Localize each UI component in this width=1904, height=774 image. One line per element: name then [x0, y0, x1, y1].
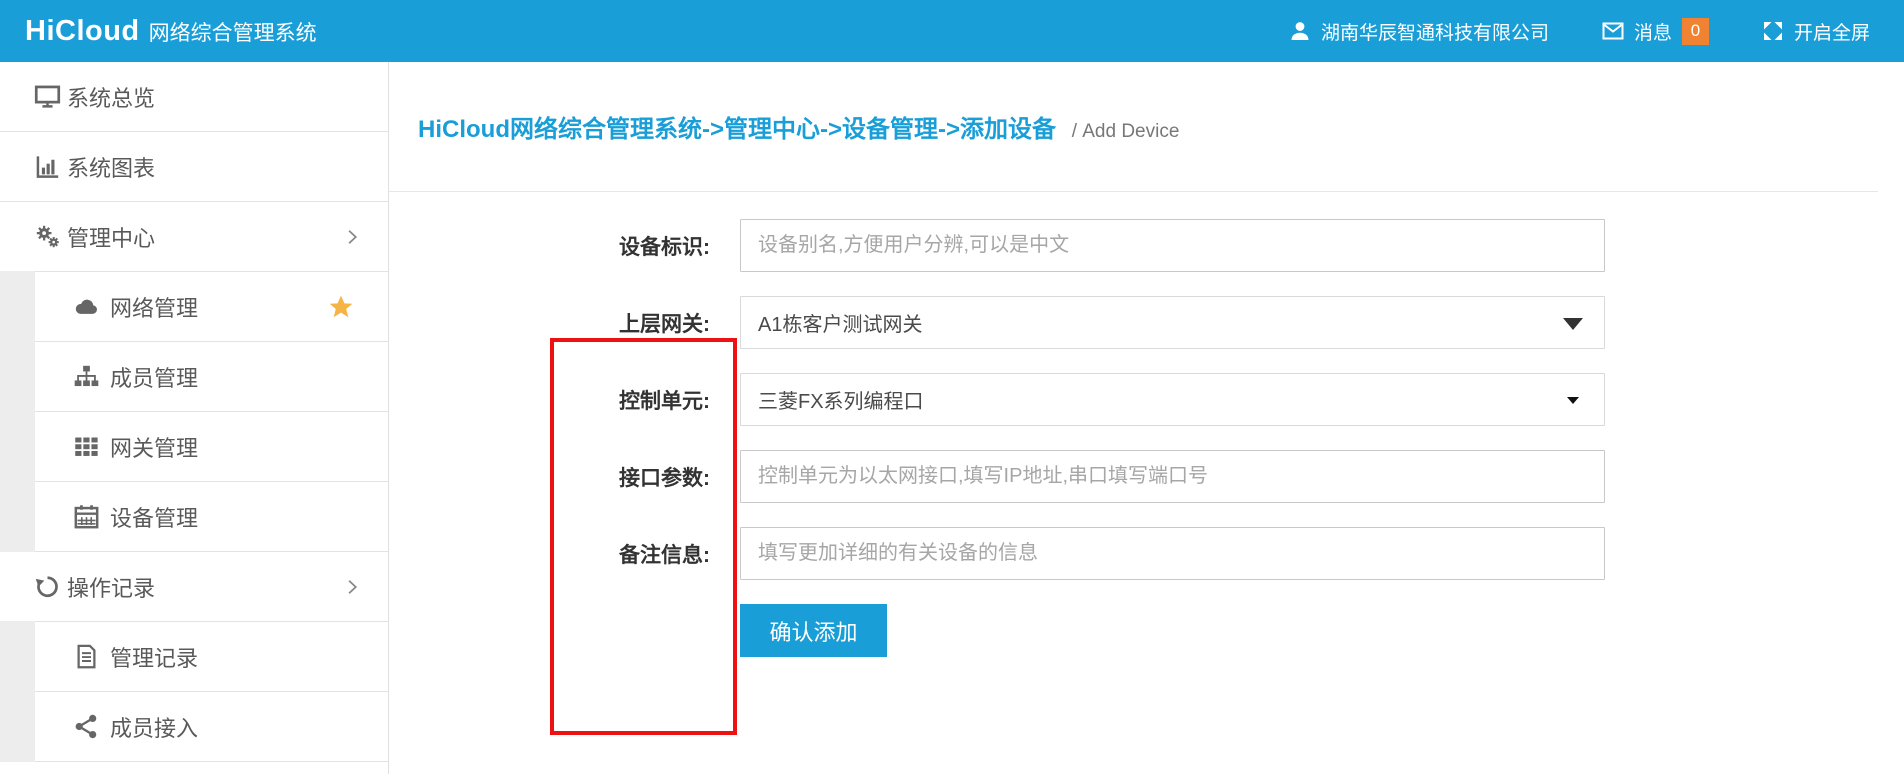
- breadcrumb-suffix: / Add Device: [1072, 121, 1180, 142]
- messages-label: 消息: [1634, 18, 1672, 45]
- bar-chart-icon: [34, 153, 61, 180]
- fullscreen-button[interactable]: 开启全屏: [1761, 18, 1870, 45]
- chevron-right-icon: [342, 577, 362, 597]
- control-unit-select[interactable]: 三菱FX系列编程口: [740, 373, 1605, 426]
- upper-gateway-select[interactable]: A1栋客户测试网关: [740, 296, 1605, 349]
- sidebar-item-label: 管理记录: [110, 641, 198, 673]
- sidebar-item-label: 设备管理: [110, 501, 198, 533]
- main-content: HiCloud网络综合管理系统->管理中心->设备管理->添加设备 / Add …: [389, 62, 1904, 774]
- submit-row: 确认添加: [740, 604, 1904, 657]
- device-id-label: 设备标识:: [389, 231, 740, 261]
- sidebar-item-label: 系统图表: [67, 151, 155, 183]
- history-icon: [34, 573, 61, 600]
- chevron-down-icon: [1567, 397, 1579, 404]
- app-logo[interactable]: HiCloud 网络综合管理系统: [0, 15, 317, 48]
- form-row-device-id: 设备标识:: [389, 219, 1904, 272]
- app-title-rest: 网络综合管理系统: [149, 17, 317, 47]
- sidebar-item-admin-center[interactable]: 管理中心: [0, 202, 388, 272]
- company-name: 湖南华辰智通科技有限公司: [1321, 18, 1549, 45]
- share-icon: [73, 713, 100, 740]
- breadcrumb[interactable]: HiCloud网络综合管理系统->管理中心->设备管理->添加设备 / Add …: [418, 109, 1179, 144]
- sidebar-item-label: 网关管理: [110, 431, 198, 463]
- sidebar-item-label: 成员管理: [110, 361, 198, 393]
- sidebar-item-member-access[interactable]: 成员接入: [0, 692, 388, 762]
- form-row-upper-gateway: 上层网关: A1栋客户测试网关: [389, 296, 1904, 349]
- grid-icon: [73, 433, 100, 460]
- app-title-bold: HiCloud: [25, 15, 140, 48]
- sidebar: 系统总览 系统图表: [0, 62, 389, 774]
- chevron-right-icon: [342, 227, 362, 247]
- sidebar-item-system-charts[interactable]: 系统图表: [0, 132, 388, 202]
- document-icon: [73, 643, 100, 670]
- sidebar-item-admin-records[interactable]: 管理记录: [0, 622, 388, 692]
- sidebar-item-label: 系统总览: [67, 81, 155, 113]
- breadcrumb-bar: HiCloud网络综合管理系统->管理中心->设备管理->添加设备 / Add …: [389, 62, 1878, 192]
- breadcrumb-path: HiCloud网络综合管理系统->管理中心->设备管理->添加设备: [418, 116, 1056, 143]
- upper-gateway-label: 上层网关:: [389, 308, 740, 338]
- sidebar-item-operation-records[interactable]: 操作记录: [0, 552, 388, 622]
- control-unit-label: 控制单元:: [389, 385, 740, 415]
- calendar-icon: [73, 503, 100, 530]
- add-device-form: 设备标识: 上层网关: A1栋客户测试网关 控制单元:: [389, 192, 1904, 657]
- fullscreen-icon: [1761, 19, 1785, 43]
- sidebar-item-system-overview[interactable]: 系统总览: [0, 62, 388, 132]
- chevron-down-icon: [1563, 318, 1583, 330]
- confirm-add-button[interactable]: 确认添加: [740, 604, 887, 657]
- sidebar-item-member-management[interactable]: 成员管理: [0, 342, 388, 412]
- sidebar-item-label: 网络管理: [110, 291, 198, 323]
- sidebar-item-device-management[interactable]: 设备管理: [0, 482, 388, 552]
- form-row-interface-params: 接口参数:: [389, 450, 1904, 503]
- upper-gateway-value: A1栋客户测试网关: [758, 308, 922, 337]
- sidebar-item-network-management[interactable]: 网络管理: [0, 272, 388, 342]
- device-id-input[interactable]: [740, 219, 1605, 272]
- account-menu[interactable]: 湖南华辰智通科技有限公司: [1288, 18, 1549, 45]
- monitor-icon: [34, 83, 61, 110]
- sidebar-item-label: 操作记录: [67, 571, 155, 603]
- messages-button[interactable]: 消息 0: [1601, 18, 1709, 45]
- gears-icon: [34, 223, 61, 250]
- interface-params-input[interactable]: [740, 450, 1605, 503]
- sidebar-item-gateway-management[interactable]: 网关管理: [0, 412, 388, 482]
- star-icon[interactable]: [328, 294, 354, 320]
- fullscreen-label: 开启全屏: [1794, 18, 1870, 45]
- cloud-icon: [73, 293, 100, 320]
- remarks-label: 备注信息:: [389, 539, 740, 569]
- message-count-badge: 0: [1682, 18, 1709, 45]
- sidebar-item-label: 成员接入: [110, 711, 198, 743]
- sitemap-icon: [73, 363, 100, 390]
- header-right-group: 湖南华辰智通科技有限公司 消息 0 开启全屏: [1236, 18, 1904, 45]
- interface-params-label: 接口参数:: [389, 462, 740, 492]
- form-row-remarks: 备注信息:: [389, 527, 1904, 580]
- control-unit-value: 三菱FX系列编程口: [758, 385, 924, 414]
- remarks-input[interactable]: [740, 527, 1605, 580]
- sidebar-item-label: 管理中心: [67, 221, 155, 253]
- top-header: HiCloud 网络综合管理系统 湖南华辰智通科技有限公司 消息 0: [0, 0, 1904, 62]
- user-icon: [1288, 19, 1312, 43]
- form-row-control-unit: 控制单元: 三菱FX系列编程口: [389, 373, 1904, 426]
- envelope-icon: [1601, 19, 1625, 43]
